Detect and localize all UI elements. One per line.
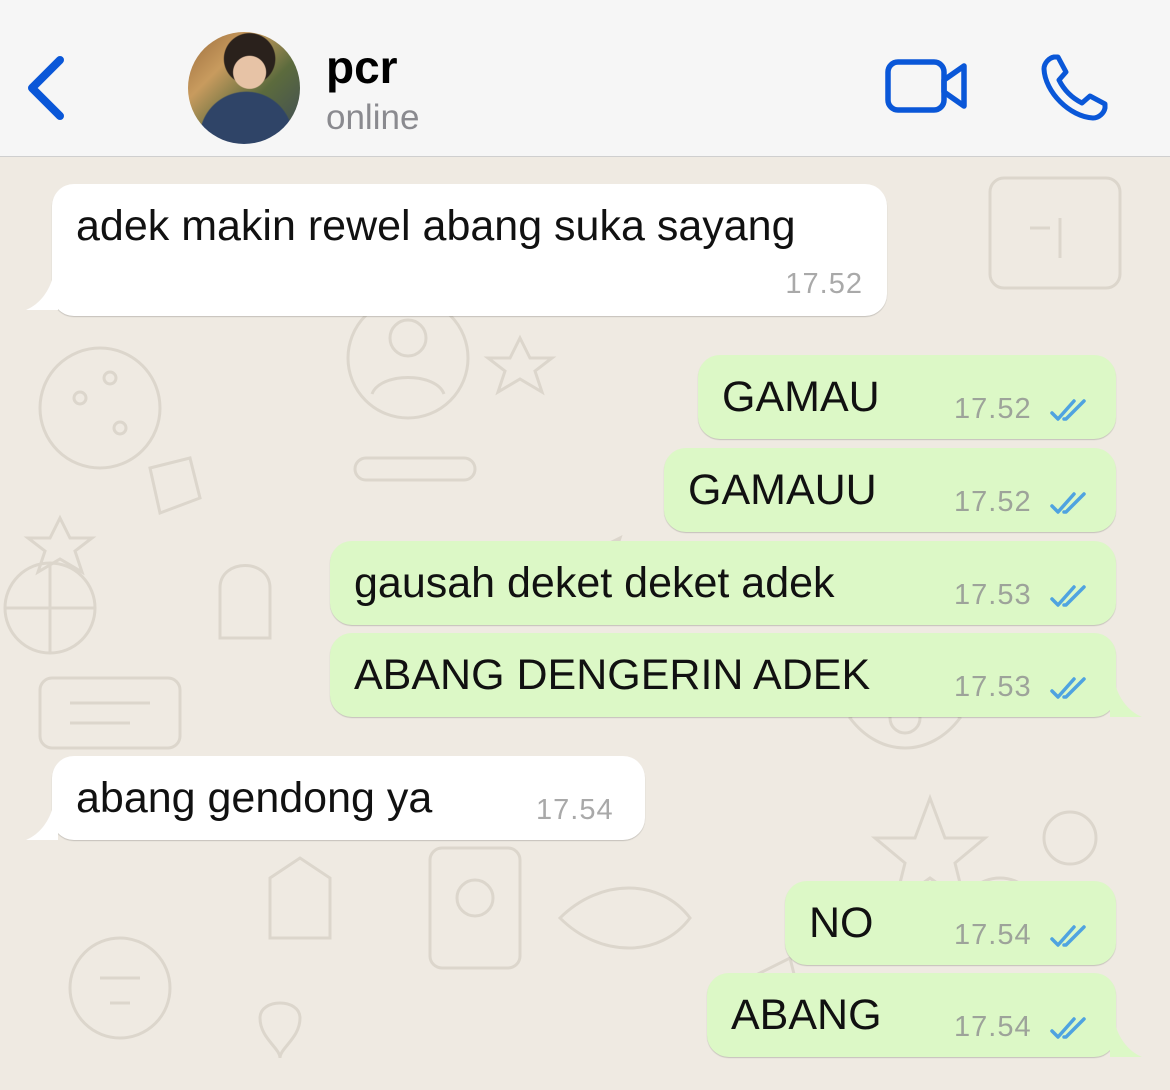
bubble-tail: [26, 280, 58, 310]
message-bubble-incoming[interactable]: abang gendong ya 17.54: [26, 756, 645, 840]
message-time: 17.52: [954, 486, 1032, 518]
message-bubble-outgoing[interactable]: GAMAUU 17.52: [664, 448, 1116, 532]
message-time: 17.52: [954, 393, 1032, 425]
back-button[interactable]: [22, 52, 72, 124]
contact-name[interactable]: pcr: [326, 40, 398, 94]
double-check-icon: [1050, 1017, 1086, 1039]
contact-status: online: [326, 98, 420, 137]
message-time: 17.54: [954, 919, 1032, 951]
voice-call-button[interactable]: [1040, 52, 1110, 122]
double-check-icon: [1050, 585, 1086, 607]
message-bubble-outgoing[interactable]: gausah deket deket adek 17.53: [330, 541, 1116, 625]
message-bubble-outgoing[interactable]: NO 17.54: [785, 881, 1116, 965]
double-check-icon: [1050, 677, 1086, 699]
message-text: ABANG DENGERIN ADEK: [354, 651, 871, 699]
message-text: abang gendong ya: [76, 774, 433, 822]
double-check-icon: [1050, 399, 1086, 421]
message-text: gausah deket deket adek: [354, 559, 835, 607]
message-bubble-outgoing[interactable]: GAMAU 17.52: [698, 355, 1116, 439]
message-bubble-incoming[interactable]: adek makin rewel abang suka sayang 17.52: [26, 184, 887, 316]
message-text: GAMAUU: [688, 466, 877, 514]
message-time: 17.54: [536, 794, 614, 826]
video-camera-icon: [885, 59, 967, 113]
bubble-tail: [1110, 1027, 1142, 1057]
message-time: 17.54: [954, 1011, 1032, 1043]
message-text: GAMAU: [722, 373, 880, 421]
phone-icon: [1041, 54, 1108, 121]
message-time: 17.53: [954, 671, 1032, 703]
bubble-tail: [1110, 687, 1142, 717]
chat-area[interactable]: adek makin rewel abang suka sayang 17.52…: [0, 158, 1170, 1090]
avatar[interactable]: [188, 32, 300, 144]
chevron-left-icon: [28, 56, 64, 120]
message-bubble-outgoing[interactable]: ABANG DENGERIN ADEK 17.53: [330, 633, 1142, 717]
message-time: 17.53: [954, 579, 1032, 611]
message-bubble-outgoing[interactable]: ABANG 17.54: [707, 973, 1142, 1057]
video-call-button[interactable]: [884, 56, 970, 116]
double-check-icon: [1050, 492, 1086, 514]
message-text: NO: [809, 899, 874, 947]
double-check-icon: [1050, 925, 1086, 947]
message-text: adek makin rewel abang suka sayang: [76, 202, 796, 250]
bubble-tail: [26, 810, 58, 840]
chat-header: pcr online: [0, 0, 1170, 157]
message-time: 17.52: [785, 268, 863, 300]
message-text: ABANG: [731, 991, 882, 1039]
